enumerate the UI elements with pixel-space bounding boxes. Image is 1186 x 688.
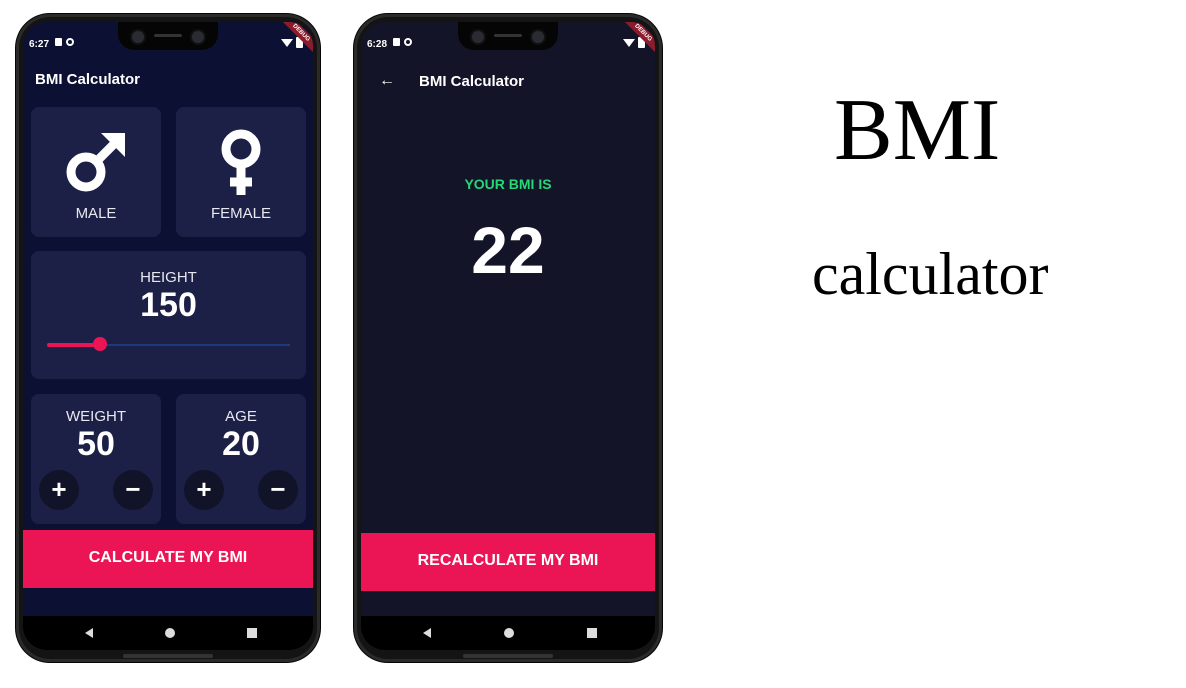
male-icon <box>66 133 125 192</box>
gesture-bar <box>123 654 213 658</box>
camera-notch <box>118 22 218 50</box>
male-label: MALE <box>75 205 117 222</box>
sim-icon <box>55 38 62 46</box>
android-nav-bar <box>361 616 655 650</box>
calculate-button[interactable]: CALCULATE MY BMI <box>23 530 313 588</box>
weight-minus-button[interactable]: − <box>113 470 153 510</box>
sync-icon <box>66 38 74 46</box>
status-time: 6:28 <box>367 39 388 50</box>
age-value: 20 <box>222 425 260 463</box>
app-bar: ← BMI Calculator <box>361 58 655 102</box>
app-title: BMI Calculator <box>35 71 141 88</box>
sync-icon <box>404 38 412 46</box>
result-screen: 6:28 DEBUG ← BMI Calculator YOUR BMI IS … <box>361 22 655 626</box>
result-label: YOUR BMI IS <box>464 176 552 192</box>
age-minus-button[interactable]: − <box>258 470 298 510</box>
caption-title: BMI <box>834 82 1001 179</box>
camera-notch <box>458 22 558 50</box>
app-bar: BMI Calculator <box>23 58 313 102</box>
back-arrow-icon[interactable]: ← <box>379 72 395 90</box>
nav-recents-icon[interactable] <box>587 628 597 638</box>
input-screen: 6:27 DEBUG BMI Calculator MALE FEMALE HE… <box>23 22 313 626</box>
caption-subtitle: calculator <box>812 241 1049 307</box>
weight-value: 50 <box>77 425 115 463</box>
phone-result-screen: 6:28 DEBUG ← BMI Calculator YOUR BMI IS … <box>354 14 662 662</box>
status-time: 6:27 <box>29 39 50 50</box>
nav-home-icon[interactable] <box>165 628 175 638</box>
nav-home-icon[interactable] <box>504 628 514 638</box>
age-label: AGE <box>225 408 257 425</box>
weight-label: WEIGHT <box>66 408 126 425</box>
weight-plus-button[interactable]: + <box>39 470 79 510</box>
height-value: 150 <box>140 286 197 324</box>
age-plus-button[interactable]: + <box>184 470 224 510</box>
app-title: BMI Calculator <box>419 73 525 90</box>
gesture-bar <box>463 654 553 658</box>
weight-card: WEIGHT 50 + − <box>31 394 161 524</box>
sim-icon <box>393 38 400 46</box>
nav-back-icon[interactable] <box>85 628 93 638</box>
wifi-icon <box>281 38 293 47</box>
female-icon <box>221 129 261 195</box>
height-label: HEIGHT <box>140 269 197 286</box>
height-slider-fill <box>47 343 101 347</box>
female-card[interactable]: FEMALE <box>176 107 306 237</box>
age-card: AGE 20 + − <box>176 394 306 524</box>
height-slider-thumb[interactable] <box>93 337 108 351</box>
result-value: 22 <box>471 213 545 287</box>
android-nav-bar <box>23 616 313 650</box>
phone-input-screen: 6:27 DEBUG BMI Calculator MALE FEMALE HE… <box>16 14 320 662</box>
height-card: HEIGHT 150 <box>31 251 306 379</box>
nav-back-icon[interactable] <box>423 628 431 638</box>
recalculate-button[interactable]: RECALCULATE MY BMI <box>361 533 655 591</box>
male-card[interactable]: MALE <box>31 107 161 237</box>
nav-recents-icon[interactable] <box>247 628 257 638</box>
wifi-icon <box>623 38 635 47</box>
height-slider[interactable] <box>47 337 290 351</box>
female-label: FEMALE <box>210 205 271 222</box>
